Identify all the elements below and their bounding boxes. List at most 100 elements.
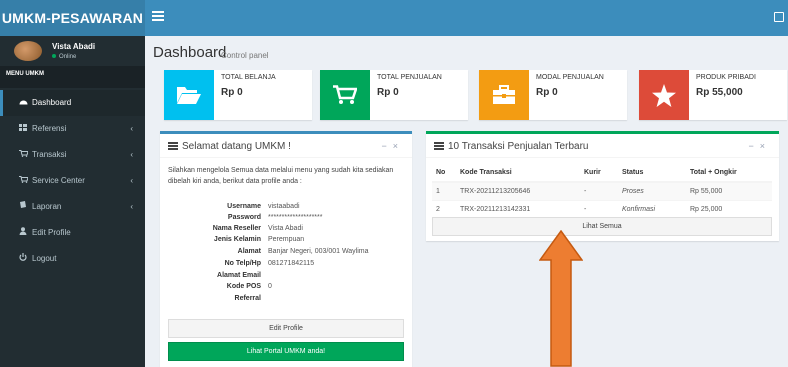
field-key: Nama Reseller <box>212 225 261 232</box>
welcome-text: Silahkan mengelola Semua data melalui me… <box>168 167 394 185</box>
field-value: Perempuan <box>268 236 305 243</box>
close-icon[interactable]: × <box>393 141 404 151</box>
minimize-icon[interactable]: − <box>381 141 392 151</box>
column-header: Status <box>618 164 686 183</box>
info-box-value: Rp 0 <box>221 87 243 98</box>
cell-no: 2 <box>432 199 456 218</box>
table-row[interactable]: 2 TRX-20211213142331 - Konfirmasi Rp 25,… <box>432 199 772 218</box>
list-icon <box>434 142 444 150</box>
sidebar-item-label: Laporan <box>32 202 62 211</box>
cell-kurir: - <box>580 199 618 218</box>
profile-row-nama-reseller: Nama Reseller Vista Abadi <box>160 225 405 235</box>
cell-code[interactable]: TRX-20211213205646 <box>456 181 580 200</box>
cell-no: 1 <box>432 181 456 200</box>
cart-icon <box>18 142 29 168</box>
briefcase-icon <box>479 70 529 120</box>
transactions-box-header: 10 Transaksi Penjualan Terbaru −× <box>426 134 779 158</box>
sidebar-item-label: Logout <box>32 254 57 263</box>
book-icon <box>18 194 28 220</box>
user-panel: Vista Abadi Online <box>0 36 145 66</box>
table-header-row: No Kode Transaksi Kurir Status Total + O… <box>432 164 772 183</box>
field-key: No Telp/Hp <box>224 260 261 267</box>
column-header: No <box>432 164 456 183</box>
welcome-title: Selamat datang UMKM ! <box>182 141 291 152</box>
field-value: Vista Abadi <box>268 225 303 232</box>
field-key: Username <box>227 203 261 210</box>
sidebar-item-referensi[interactable]: Referensi ‹ <box>0 116 145 142</box>
sidebar-item-label: Dashboard <box>32 98 72 107</box>
sidebar-item-logout[interactable]: Logout <box>0 246 145 272</box>
view-portal-button[interactable]: Lihat Portal UMKM anda! <box>168 342 404 361</box>
welcome-box-header: Selamat datang UMKM ! −× <box>160 134 412 158</box>
folder-icon <box>164 70 214 120</box>
info-box-total-belanja: TOTAL BELANJA Rp 0 <box>164 70 312 120</box>
field-value: 0 <box>268 283 272 290</box>
box-tools: −× <box>748 141 771 151</box>
transactions-table: No Kode Transaksi Kurir Status Total + O… <box>432 164 772 218</box>
cell-code[interactable]: TRX-20211213142331 <box>456 199 580 218</box>
chevron-left-icon: ‹ <box>130 202 133 211</box>
sidebar-item-laporan[interactable]: Laporan ‹ <box>0 194 145 220</box>
profile-row-referral: Referral <box>160 295 405 305</box>
transactions-title: 10 Transaksi Penjualan Terbaru <box>448 141 589 152</box>
sidebar-item-label: Transaksi <box>32 150 67 159</box>
brand-logo[interactable]: UMKM-PESAWARAN <box>0 0 145 36</box>
dashboard-icon <box>18 90 28 116</box>
transactions-box: 10 Transaksi Penjualan Terbaru −× No Kod… <box>426 131 779 241</box>
top-navbar: UMKM-PESAWARAN <box>0 0 788 36</box>
info-box-label: TOTAL PENJUALAN <box>377 74 442 81</box>
cell-total: Rp 25,000 <box>686 199 772 218</box>
user-status: Online <box>52 54 76 60</box>
field-key: Kode POS <box>226 283 261 290</box>
grid-icon <box>18 116 28 142</box>
field-key: Referral <box>234 295 261 302</box>
info-box-total-penjualan: TOTAL PENJUALAN Rp 0 <box>320 70 468 120</box>
minimize-icon[interactable]: − <box>748 141 759 151</box>
close-icon[interactable]: × <box>760 141 771 151</box>
field-value: Banjar Negeri, 003/001 Waylima <box>268 248 369 255</box>
list-icon <box>168 142 178 150</box>
cell-status: Proses <box>618 181 686 200</box>
sidebar-item-edit-profile[interactable]: Edit Profile <box>0 220 145 246</box>
table-row[interactable]: 1 TRX-20211213205646 - Proses Rp 55,000 <box>432 181 772 200</box>
sidebar-item-label: Service Center <box>32 176 85 185</box>
column-header: Total + Ongkir <box>686 164 772 183</box>
info-box-value: Rp 55,000 <box>696 87 743 98</box>
sidebar-item-label: Edit Profile <box>32 228 71 237</box>
cart-icon <box>320 70 370 120</box>
box-tools: −× <box>381 141 404 151</box>
column-header: Kurir <box>580 164 618 183</box>
cell-kurir: - <box>580 181 618 200</box>
profile-row-username: Username vistaabadi <box>160 203 405 213</box>
sidebar-item-label: Referensi <box>32 124 67 133</box>
cell-total: Rp 55,000 <box>686 181 772 200</box>
sidebar-toggle-icon[interactable] <box>152 11 164 23</box>
info-box-modal-penjualan: MODAL PENJUALAN Rp 0 <box>479 70 627 120</box>
sidebar-item-transaksi[interactable]: Transaksi ‹ <box>0 142 145 168</box>
profile-row-kode-pos: Kode POS 0 <box>160 283 405 293</box>
edit-profile-button[interactable]: Edit Profile <box>168 319 404 338</box>
sidebar-item-dashboard[interactable]: Dashboard <box>0 90 145 116</box>
external-link-icon[interactable] <box>774 12 784 22</box>
field-key: Alamat <box>237 248 261 255</box>
app: UMKM-PESAWARAN Vista Abadi Online MENU U… <box>0 0 788 367</box>
sidebar-item-service-center[interactable]: Service Center ‹ <box>0 168 145 194</box>
chevron-left-icon: ‹ <box>130 124 133 133</box>
field-key: Jenis Kelamin <box>213 236 261 243</box>
profile-row-password: Password ******************** <box>160 214 405 224</box>
up-arrow-annotation <box>539 230 583 367</box>
chevron-left-icon: ‹ <box>130 150 133 159</box>
info-box-label: MODAL PENJUALAN <box>536 74 604 81</box>
star-icon <box>639 70 689 120</box>
view-all-button[interactable]: Lihat Semua <box>432 217 772 236</box>
profile-row-jenis-kelamin: Jenis Kelamin Perempuan <box>160 236 405 246</box>
user-icon <box>18 220 28 246</box>
field-value: ******************** <box>268 214 323 221</box>
profile-row-no-telp: No Telp/Hp 081271842115 <box>160 260 405 270</box>
info-box-value: Rp 0 <box>377 87 399 98</box>
page-title: Dashboard <box>153 44 227 61</box>
field-key: Password <box>227 214 261 221</box>
chevron-left-icon: ‹ <box>130 176 133 185</box>
info-box-value: Rp 0 <box>536 87 558 98</box>
page-subtitle: Control panel <box>221 51 269 60</box>
